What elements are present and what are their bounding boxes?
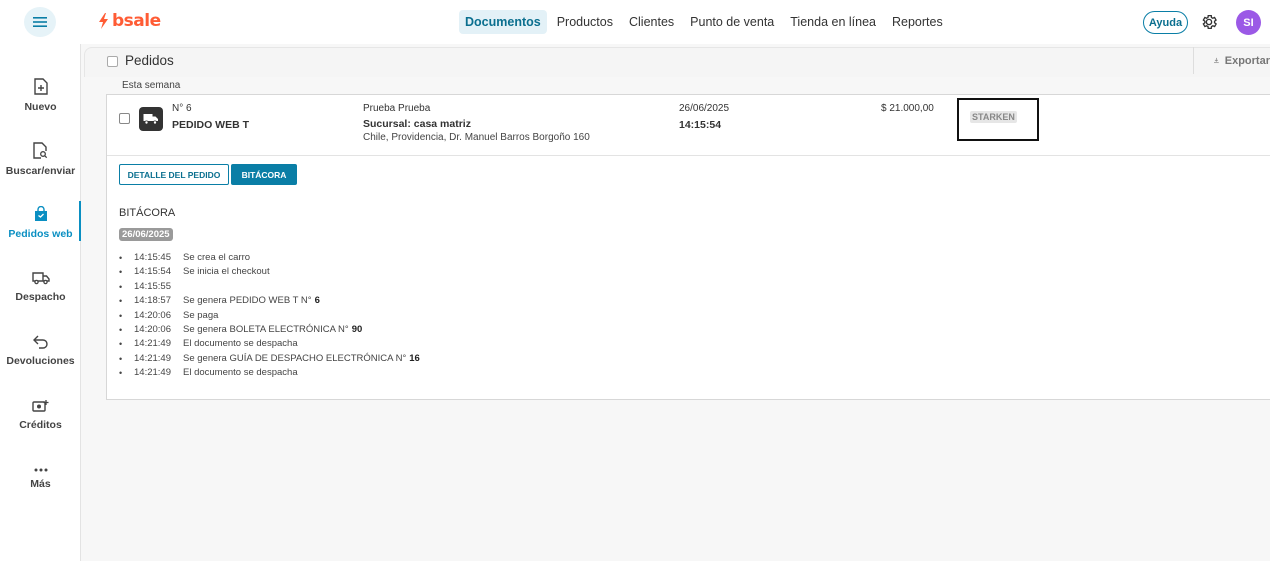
bolt-logo-icon xyxy=(99,13,108,29)
log-entry-text: Se genera PEDIDO WEB T N° xyxy=(183,295,312,307)
export-label: Exportar xyxy=(1224,54,1270,67)
log-date-badge: 26/06/2025 xyxy=(119,228,173,241)
log-entry: • 14:18:57 Se genera PEDIDO WEB T N° 6 xyxy=(119,294,420,308)
sidebar-item-label: Más xyxy=(30,478,51,490)
nav-documentos[interactable]: Documentos xyxy=(459,10,547,34)
user-avatar[interactable]: SI xyxy=(1236,10,1261,35)
order-checkbox[interactable] xyxy=(119,113,130,124)
sidebar-item-label: Buscar/enviar xyxy=(5,164,76,177)
log-entry-time: 14:15:54 xyxy=(134,266,171,278)
log-entry-time: 14:21:49 xyxy=(134,352,171,364)
carrier-badge: STARKEN xyxy=(970,111,1017,123)
log-entry-number: 16 xyxy=(409,352,420,364)
shopping-bag-icon xyxy=(34,206,47,221)
log-entry-time: 14:21:49 xyxy=(134,367,171,379)
sidebar-item-mas[interactable]: Más xyxy=(0,454,81,504)
log-entry: • 14:15:55 xyxy=(119,280,420,294)
tab-detalle-del-pedido[interactable]: DETALLE DEL PEDIDO xyxy=(119,164,229,185)
log-entry-number: 90 xyxy=(351,323,363,335)
tab-bitacora[interactable]: BITÁCORA xyxy=(231,164,297,185)
return-arrow-icon xyxy=(32,335,48,349)
list-header xyxy=(84,47,1270,77)
file-plus-icon xyxy=(33,77,48,95)
log-entry-text: Se crea el carro xyxy=(183,252,251,263)
hamburger-icon xyxy=(33,17,47,27)
log-entry-text: Se genera BOLETA ELECTRÓNICA N° xyxy=(183,323,349,335)
log-entry-text: Se inicia el checkout xyxy=(183,266,270,278)
list-title: Pedidos xyxy=(125,53,174,68)
log-entry-number: 6 xyxy=(314,295,320,307)
sidebar-item-label: Devoluciones xyxy=(6,355,75,367)
delivery-type-badge xyxy=(139,107,163,131)
nav-clientes[interactable]: Clientes xyxy=(621,10,682,34)
money-plus-icon xyxy=(32,399,49,412)
top-bar: bsale Documentos Productos Clientes Punt… xyxy=(0,0,1270,44)
truck-icon xyxy=(143,114,158,125)
download-icon xyxy=(1214,57,1219,64)
sidebar-item-label: Nuevo xyxy=(24,100,57,113)
divider xyxy=(107,155,1270,156)
log-entry-time: 14:20:06 xyxy=(134,323,171,335)
log-entry-text: Se genera GUÍA DE DESPACHO ELECTRÓNICA N… xyxy=(183,352,407,364)
order-type: PEDIDO WEB T xyxy=(172,119,250,131)
main-nav: Documentos Productos Clientes Punto de v… xyxy=(459,10,951,34)
sidebar-item-pedidos-web[interactable]: Pedidos web xyxy=(0,198,82,248)
nav-productos[interactable]: Productos xyxy=(549,10,621,34)
logo-text: bsale xyxy=(112,11,161,31)
sidebar-item-devoluciones[interactable]: Devoluciones xyxy=(0,326,81,376)
log-entry-time: 14:20:06 xyxy=(134,309,171,321)
order-amount: $ 21.000,00 xyxy=(881,103,934,114)
order-date: 26/06/2025 xyxy=(679,103,730,114)
gear-icon xyxy=(1202,14,1218,30)
nav-reportes[interactable]: Reportes xyxy=(884,10,951,34)
nav-punto-de-venta[interactable]: Punto de venta xyxy=(682,10,782,34)
hamburger-menu-button[interactable] xyxy=(24,7,56,37)
sidebar-item-nuevo[interactable]: Nuevo xyxy=(0,70,81,120)
nav-tienda-en-linea[interactable]: Tienda en línea xyxy=(782,10,884,34)
sidebar-item-label: Despacho xyxy=(15,291,66,303)
log-entry-time: 14:18:57 xyxy=(134,295,171,307)
order-time: 14:15:54 xyxy=(679,119,722,131)
log-entry: • 14:21:49 El documento se despacha xyxy=(119,366,420,380)
sidebar-item-label: Pedidos web xyxy=(8,228,73,240)
log-entry-text: Se paga xyxy=(183,309,219,321)
group-label: Esta semana xyxy=(122,80,181,91)
file-search-icon xyxy=(33,141,48,159)
log-entry: • 14:15:54 Se inicia el checkout xyxy=(119,265,420,279)
sidebar-item-label: Créditos xyxy=(19,418,62,431)
log-entry-time: 14:21:49 xyxy=(134,338,171,350)
customer-branch: Sucursal: casa matriz xyxy=(363,118,471,130)
log-entry: • 14:20:06 Se genera BOLETA ELECTRÓNICA N°… xyxy=(119,323,420,337)
export-button[interactable]: Exportar xyxy=(1193,47,1270,74)
sidebar: Nuevo Buscar/enviar Pedidos web Despacho… xyxy=(0,44,82,561)
log-entry: • 14:21:49 El documento se despacha xyxy=(119,337,420,351)
sidebar-item-creditos[interactable]: Créditos xyxy=(0,390,81,440)
help-button[interactable]: Ayuda xyxy=(1143,11,1188,34)
log-list: • 14:15:45 Se crea el carro • 14:15:54 Se in… xyxy=(119,251,420,381)
sidebar-item-buscar-enviar[interactable]: Buscar/enviar xyxy=(0,134,81,184)
customer-name: Prueba Prueba xyxy=(363,103,431,114)
customer-address: Chile, Providencia, Dr. Manuel Barros Bo… xyxy=(363,132,590,143)
log-entry-time: 14:15:45 xyxy=(134,252,171,263)
log-entry: • 14:21:49 Se genera GUÍA DE DESPACHO ELEC… xyxy=(119,352,420,366)
log-entry: • 14:20:06 Se paga xyxy=(119,309,420,323)
log-title: BITÁCORA xyxy=(119,207,176,219)
settings-button[interactable] xyxy=(1200,13,1218,36)
select-all-checkbox[interactable] xyxy=(107,56,118,67)
sidebar-item-despacho[interactable]: Despacho xyxy=(0,262,81,312)
log-entry-text: El documento se despacha xyxy=(183,367,298,379)
order-number: N° 6 xyxy=(172,103,192,114)
more-dots-icon xyxy=(34,468,47,472)
log-entry-time: 14:15:55 xyxy=(134,280,171,292)
truck-icon xyxy=(31,272,50,285)
log-entry: • 14:15:45 Se crea el carro xyxy=(119,251,420,265)
log-entry-text: El documento se despacha xyxy=(183,338,298,350)
bsale-logo[interactable]: bsale xyxy=(98,11,161,31)
